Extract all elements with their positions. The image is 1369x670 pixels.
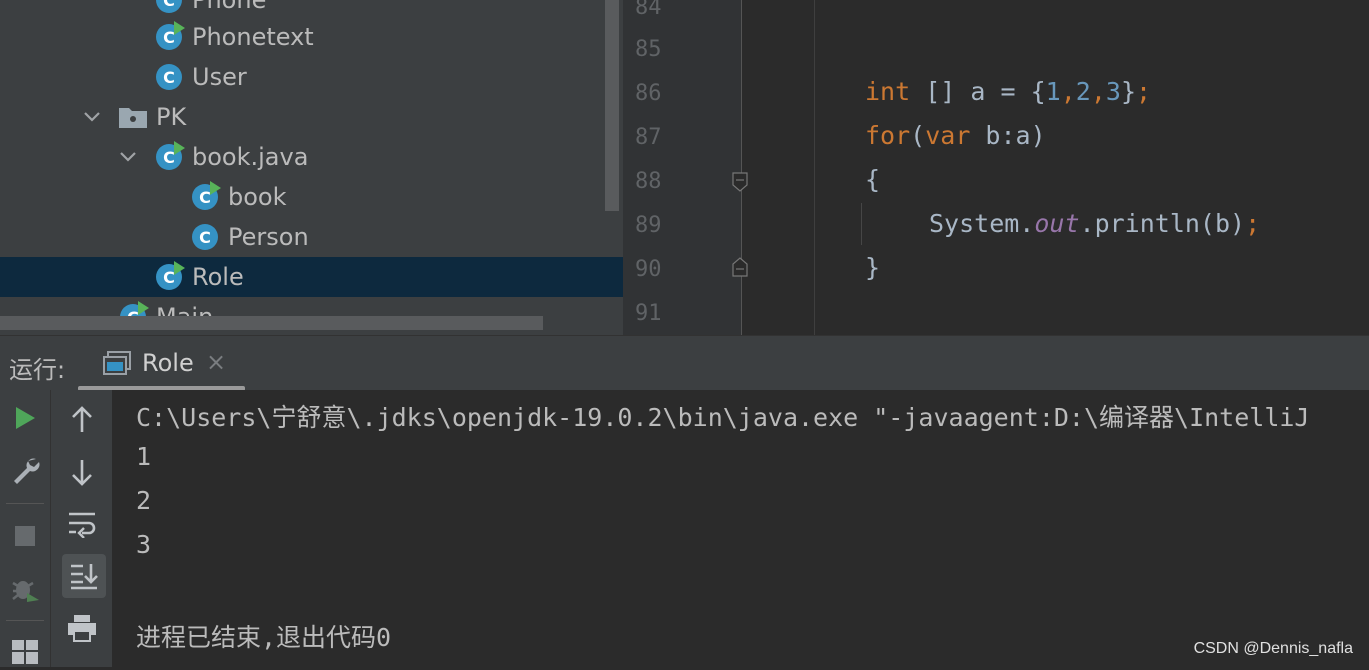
code-token: out — [1034, 209, 1080, 238]
run-marker-icon — [138, 301, 149, 315]
code-token: [] a = { — [910, 77, 1046, 106]
run-toolbar-secondary — [50, 390, 113, 667]
tree-item-phonetext[interactable]: C Phonetext — [0, 17, 623, 57]
debug-icon[interactable] — [7, 570, 43, 606]
tree-item-person[interactable]: C Person — [0, 217, 623, 257]
tree-item-label: User — [192, 63, 247, 91]
code-token: 1 — [1045, 77, 1061, 106]
arrow-up-icon[interactable] — [64, 402, 100, 438]
code-token: System. — [929, 209, 1035, 238]
code-token: , — [1060, 77, 1076, 106]
tree-horizontal-scrollbar[interactable] — [0, 316, 543, 330]
console-line: 3 — [136, 530, 152, 559]
tree-item-book-java[interactable]: C book.java — [0, 137, 623, 177]
class-icon: C — [156, 141, 185, 170]
code-token: ( — [910, 121, 926, 150]
console-icon — [103, 351, 131, 375]
class-icon: C — [156, 64, 182, 90]
run-panel-title: 运行: — [9, 356, 66, 384]
line-number: 88 — [635, 169, 662, 194]
code-line-89: System.out.println(b); — [929, 209, 1260, 238]
code-line-87: for(var b:a) — [865, 121, 1046, 150]
run-toolbar-primary — [0, 390, 50, 667]
code-token: ; — [1136, 77, 1152, 106]
code-token: 3 — [1105, 77, 1121, 106]
chevron-down-icon[interactable] — [116, 145, 140, 169]
stop-icon[interactable] — [7, 518, 43, 554]
line-number: 91 — [635, 301, 662, 326]
line-number: 84 — [635, 0, 662, 20]
run-marker-icon — [174, 21, 185, 35]
indent-guide — [861, 203, 862, 245]
tree-item-label: book — [228, 183, 287, 211]
tree-item-label: Phone — [192, 0, 267, 14]
code-token: int — [865, 77, 911, 106]
close-icon[interactable]: × — [206, 348, 226, 376]
watermark: CSDN @Dennis_nafla — [1193, 640, 1353, 657]
line-number: 89 — [635, 213, 662, 238]
run-marker-icon — [174, 261, 185, 275]
fold-end-icon[interactable] — [732, 257, 748, 277]
package-folder-icon — [118, 105, 148, 129]
run-tab-role[interactable]: Role × — [78, 336, 245, 391]
code-token: , — [1090, 77, 1106, 106]
tree-item-label: Person — [228, 223, 309, 251]
code-token: var — [925, 121, 971, 150]
soft-wrap-icon[interactable] — [64, 506, 100, 542]
line-number: 90 — [635, 257, 662, 282]
tree-item-book[interactable]: C book — [0, 177, 623, 217]
code-line-86: int [] a = {1,2,3}; — [865, 77, 1151, 106]
right-margin-guide — [814, 0, 815, 335]
print-icon[interactable] — [64, 610, 100, 646]
layout-icon[interactable] — [7, 634, 43, 670]
rerun-icon[interactable] — [7, 400, 43, 436]
class-icon: C — [192, 181, 221, 210]
code-token: } — [1120, 77, 1136, 106]
code-token: ; — [1245, 209, 1261, 238]
console-line: 1 — [136, 442, 152, 471]
arrow-down-icon[interactable] — [64, 454, 100, 490]
code-token: 2 — [1075, 77, 1091, 106]
run-marker-icon — [174, 141, 185, 155]
tree-item-label: Role — [192, 263, 244, 291]
project-tree: C Phone C Phonetext C User PK C book.jav… — [0, 0, 623, 335]
code-token: for — [865, 121, 911, 150]
code-editor[interactable]: 84 85 86 87 88 89 90 91 int [] a = {1,2,… — [623, 0, 1369, 335]
tree-item-user[interactable]: C User — [0, 57, 623, 97]
class-icon: C — [156, 21, 185, 50]
console-line: 2 — [136, 486, 152, 515]
wrench-icon[interactable] — [7, 452, 43, 488]
tree-item-pk[interactable]: PK — [0, 97, 623, 137]
console-line: 进程已结束,退出代码0 — [136, 623, 392, 652]
tree-vertical-scrollbar[interactable] — [605, 0, 619, 211]
scroll-to-end-icon[interactable] — [62, 554, 106, 598]
chevron-down-icon[interactable] — [80, 105, 104, 129]
code-line-88: { — [865, 165, 881, 194]
toolbar-separator — [6, 620, 44, 621]
console-line: C:\Users\宁舒意\.jdks\openjdk-19.0.2\bin\ja… — [136, 403, 1310, 432]
toolbar-separator — [6, 503, 44, 504]
code-token: .println(b) — [1079, 209, 1246, 238]
line-number: 85 — [635, 37, 662, 62]
tree-item-label: PK — [156, 103, 187, 131]
tree-item-label: book.java — [192, 143, 309, 171]
code-line-90: } — [865, 253, 881, 282]
tree-item-role[interactable]: C Role — [0, 257, 623, 297]
line-number: 87 — [635, 125, 662, 150]
run-tool-window-header: 运行: Role × — [0, 335, 1369, 391]
run-marker-icon — [210, 181, 221, 195]
class-icon: C — [156, 0, 182, 13]
tree-item-label: Phonetext — [192, 23, 314, 51]
code-token: b:a) — [970, 121, 1046, 150]
fold-start-icon[interactable] — [732, 172, 748, 192]
class-icon: C — [192, 224, 218, 250]
gutter-divider — [741, 0, 742, 335]
line-number: 86 — [635, 81, 662, 106]
class-icon: C — [156, 261, 185, 290]
console-output[interactable]: C:\Users\宁舒意\.jdks\openjdk-19.0.2\bin\ja… — [112, 390, 1369, 667]
run-tab-label: Role — [142, 349, 194, 377]
